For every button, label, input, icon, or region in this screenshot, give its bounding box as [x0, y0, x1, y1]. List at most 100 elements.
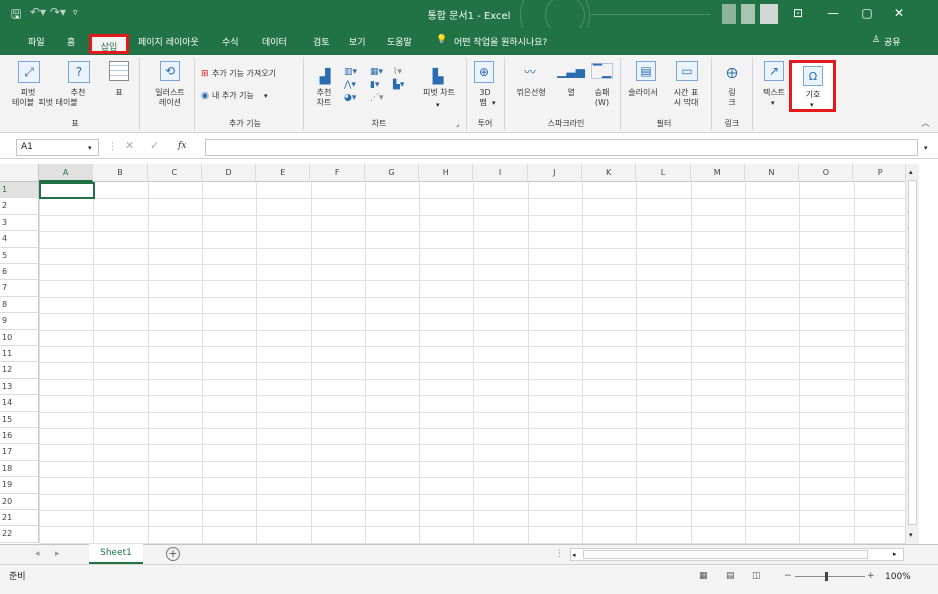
illustrations-label-2[interactable]: 레이션: [146, 98, 194, 108]
symbols-button[interactable]: Ω 기호 ▾: [789, 60, 836, 112]
pivot-chart-icon[interactable]: ▙: [428, 67, 448, 87]
scroll-left-icon[interactable]: ◂: [572, 550, 576, 560]
share-icon[interactable]: ♙: [872, 35, 880, 45]
expand-formula-bar-icon[interactable]: ▾: [924, 143, 928, 153]
row-header-20[interactable]: 20: [0, 493, 39, 510]
line-chart-icon[interactable]: ⋀▾: [344, 80, 356, 90]
next-sheet-icon[interactable]: ▸: [55, 549, 60, 559]
zoom-level[interactable]: 100%: [885, 572, 911, 582]
recommended-pivot-label-1[interactable]: 추천: [58, 88, 98, 98]
tab-home[interactable]: 홈: [67, 35, 75, 48]
column-header-D[interactable]: D: [202, 164, 257, 182]
pivot-table-label-2[interactable]: 테이블: [8, 98, 38, 108]
pie-chart-icon[interactable]: ◕▾: [344, 93, 356, 103]
tab-help[interactable]: 도움말: [387, 35, 412, 48]
row-header-13[interactable]: 13: [0, 378, 39, 396]
recommended-charts-label-2[interactable]: 차트: [310, 98, 338, 108]
column-header-K[interactable]: K: [582, 164, 637, 182]
tab-data[interactable]: 데이터: [262, 35, 287, 48]
sparkline-column-icon[interactable]: ▁▃▅: [557, 63, 585, 79]
sparkline-winloss-label-2[interactable]: (W): [591, 98, 613, 108]
column-header-N[interactable]: N: [745, 164, 800, 182]
column-header-E[interactable]: E: [256, 164, 311, 182]
sparkline-column-label[interactable]: 열: [563, 88, 579, 98]
recommended-charts-label-1[interactable]: 추천: [310, 88, 338, 98]
column-header-M[interactable]: M: [691, 164, 745, 182]
waterfall-chart-icon[interactable]: ⌇▾: [393, 67, 402, 77]
close-icon[interactable]: ✕: [884, 2, 914, 24]
row-header-22[interactable]: 22: [0, 526, 39, 543]
dropdown-chevron-icon[interactable]: ▾: [264, 91, 268, 101]
table-icon[interactable]: [109, 61, 129, 81]
normal-view-icon[interactable]: ▦: [699, 571, 708, 581]
maximize-icon[interactable]: ▢: [852, 2, 882, 24]
column-chart-icon[interactable]: ▥▾: [344, 67, 357, 77]
row-header-12[interactable]: 12: [0, 362, 39, 379]
splitter-icon[interactable]: ⋮: [555, 549, 564, 559]
minimize-icon[interactable]: —: [818, 2, 848, 24]
row-header-2[interactable]: 2: [0, 198, 39, 215]
column-header-L[interactable]: L: [636, 164, 691, 182]
timeline-label-1[interactable]: 시간 표: [668, 88, 704, 98]
row-header-16[interactable]: 16: [0, 428, 39, 445]
worksheet-grid[interactable]: ABCDEFGHIJKLMNOP 1 2 3 4 5 6 7 8 9 10 11 12 13 14 15 16…: [0, 164, 938, 544]
hierarchy-chart-icon[interactable]: ▦▾: [370, 67, 383, 77]
formula-input[interactable]: [205, 139, 918, 156]
scatter-chart-icon[interactable]: ⋰▾: [370, 93, 384, 103]
row-header-19[interactable]: 19: [0, 477, 39, 494]
link-icon[interactable]: 🜨: [722, 61, 742, 82]
tab-insert-highlight[interactable]: 삽입: [89, 34, 129, 54]
sparkline-line-icon[interactable]: 〰: [520, 63, 540, 79]
omega-icon[interactable]: Ω: [803, 66, 823, 86]
dropdown-chevron-icon[interactable]: ▾: [436, 100, 440, 110]
row-header-21[interactable]: 21: [0, 510, 39, 527]
page-layout-view-icon[interactable]: ▤: [726, 571, 735, 581]
row-header-8[interactable]: 8: [0, 296, 39, 314]
enter-icon[interactable]: ✓: [150, 140, 159, 151]
sparkline-winloss-icon[interactable]: ▔▁: [591, 63, 613, 79]
get-addins-button[interactable]: 추가 기능 가져오기: [212, 69, 276, 79]
column-header-F[interactable]: F: [311, 164, 365, 182]
my-addins-icon[interactable]: ◉: [201, 91, 209, 101]
zoom-out-icon[interactable]: −: [784, 571, 792, 581]
page-break-view-icon[interactable]: ◫: [752, 571, 761, 581]
tab-view[interactable]: 보기: [349, 35, 366, 48]
name-box[interactable]: A1: [16, 139, 99, 156]
text-label[interactable]: 텍스트: [758, 88, 790, 98]
illustrations-label-1[interactable]: 일러스트: [146, 88, 194, 98]
tab-insert[interactable]: 삽입: [92, 40, 126, 53]
row-header-17[interactable]: 17: [0, 444, 39, 461]
select-all-corner[interactable]: [0, 164, 39, 182]
dropdown-chevron-icon[interactable]: ▾: [492, 98, 496, 108]
scroll-right-icon[interactable]: ▸: [893, 549, 897, 559]
name-box-dropdown-icon[interactable]: ▾: [88, 143, 92, 153]
column-header-G[interactable]: G: [365, 164, 420, 182]
column-header-P[interactable]: P: [854, 164, 908, 182]
tab-formulas[interactable]: 수식: [222, 35, 239, 48]
row-header-10[interactable]: 10: [0, 329, 39, 346]
link-label-1[interactable]: 링: [724, 88, 740, 98]
tab-page-layout[interactable]: 페이지 레이아웃: [138, 35, 199, 48]
dropdown-chevron-icon[interactable]: ▾: [771, 98, 775, 108]
zoom-in-icon[interactable]: +: [867, 571, 875, 581]
pivot-chart-label[interactable]: 피벗 차트: [418, 88, 460, 98]
zoom-slider-thumb[interactable]: [825, 572, 828, 581]
tab-share[interactable]: 공유: [884, 35, 901, 48]
tab-file[interactable]: 파일: [28, 35, 45, 48]
combo-chart-icon[interactable]: ▙▾: [393, 80, 404, 90]
row-header-5[interactable]: 5: [0, 247, 39, 264]
tab-review[interactable]: 검토: [313, 35, 330, 48]
store-icon[interactable]: ⊞: [201, 69, 209, 79]
zoom-slider-track[interactable]: [795, 576, 865, 577]
map-3d-icon[interactable]: ⊕: [474, 61, 494, 83]
column-header-H[interactable]: H: [419, 164, 474, 182]
slicer-icon[interactable]: ▤: [636, 61, 656, 81]
table-label[interactable]: 표: [108, 88, 130, 98]
timeline-label-2[interactable]: 시 막대: [668, 98, 704, 108]
row-header-9[interactable]: 9: [0, 313, 39, 330]
slicer-label[interactable]: 슬라이서: [624, 88, 662, 98]
row-header-7[interactable]: 7: [0, 280, 39, 297]
column-header-B[interactable]: B: [93, 164, 148, 182]
column-header-A[interactable]: A: [39, 164, 94, 182]
scroll-thumb[interactable]: [908, 180, 917, 525]
